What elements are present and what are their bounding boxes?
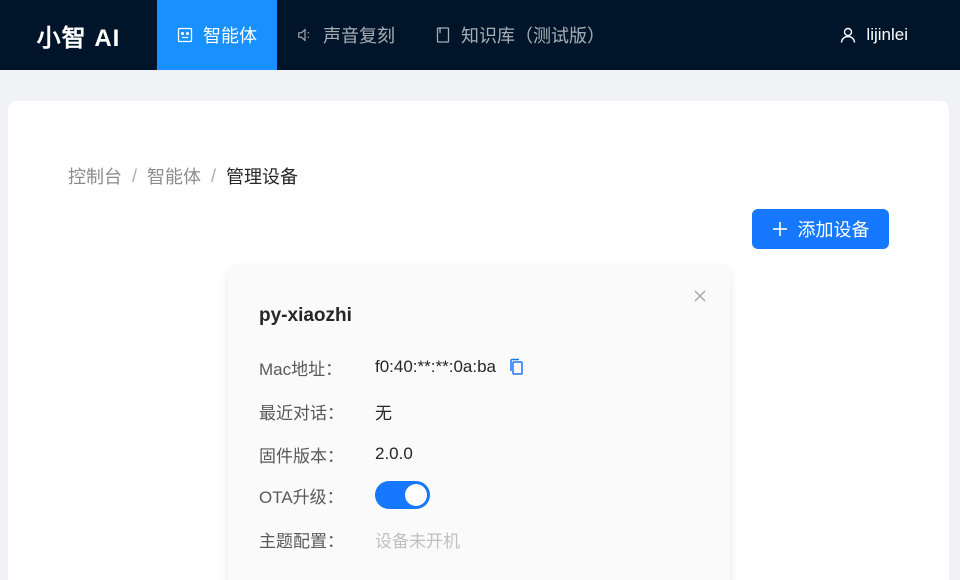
ota-row: OTA升级： [259,481,430,509]
last-chat-row: 最近对话： 无 [259,399,392,423]
nav-item-knowledge-base[interactable]: 知识库（测试版） [415,0,625,70]
nav-item-label: 知识库（测试版） [461,26,605,46]
main-content: 控制台 / 智能体 / 管理设备 添加设备 py-xiaozhi Mac地址： … [8,101,949,580]
theme-config-value: 设备未开机 [375,531,460,551]
device-card: py-xiaozhi Mac地址： f0:40:**:**:0a:ba 最近对话… [228,267,730,580]
nav-item-label: 声音复刻 [323,26,395,46]
breadcrumb: 控制台 / 智能体 / 管理设备 [68,163,298,189]
nav-item-agents[interactable]: 智能体 [157,0,277,70]
firmware-row: 固件版本： 2.0.0 [259,442,413,466]
theme-config-label: 主题配置： [259,531,344,551]
breadcrumb-current: 管理设备 [226,167,299,187]
ota-toggle[interactable] [375,481,430,509]
username: lijinlei [866,25,908,44]
speaker-icon [297,27,313,43]
last-chat-value: 无 [375,403,392,423]
user-icon [840,27,856,43]
app-logo[interactable]: 小智 AI [0,0,157,70]
firmware-value: 2.0.0 [375,444,413,463]
mac-address-value: f0:40:**:**:0a:ba [375,357,496,376]
toggle-knob [405,484,427,506]
add-device-button[interactable]: 添加设备 [752,209,889,249]
device-name: py-xiaozhi [259,305,352,326]
nav-item-voice-clone[interactable]: 声音复刻 [277,0,415,70]
breadcrumb-separator: / [132,165,138,186]
close-icon[interactable] [692,288,708,304]
nav-item-label: 智能体 [203,26,257,46]
firmware-label: 固件版本： [259,446,344,466]
top-navbar: 小智 AI 智能体 声音复刻 知识库（测试版） lijinlei [0,0,960,70]
robot-icon [177,27,193,43]
ota-label: OTA升级： [259,487,344,507]
breadcrumb-agents[interactable]: 智能体 [147,163,201,189]
copy-icon[interactable] [508,358,524,376]
user-menu[interactable]: lijinlei [840,0,908,70]
breadcrumb-separator: / [211,165,217,186]
main-nav: 智能体 声音复刻 知识库（测试版） [157,0,625,70]
book-icon [435,27,451,43]
add-device-label: 添加设备 [797,220,870,240]
mac-address-row: Mac地址： f0:40:**:**:0a:ba [259,355,524,379]
plus-icon [772,221,788,237]
theme-config-row: 主题配置： 设备未开机 [259,527,460,551]
breadcrumb-console[interactable]: 控制台 [68,163,122,189]
mac-address-label: Mac地址： [259,359,343,379]
last-chat-label: 最近对话： [259,403,344,423]
